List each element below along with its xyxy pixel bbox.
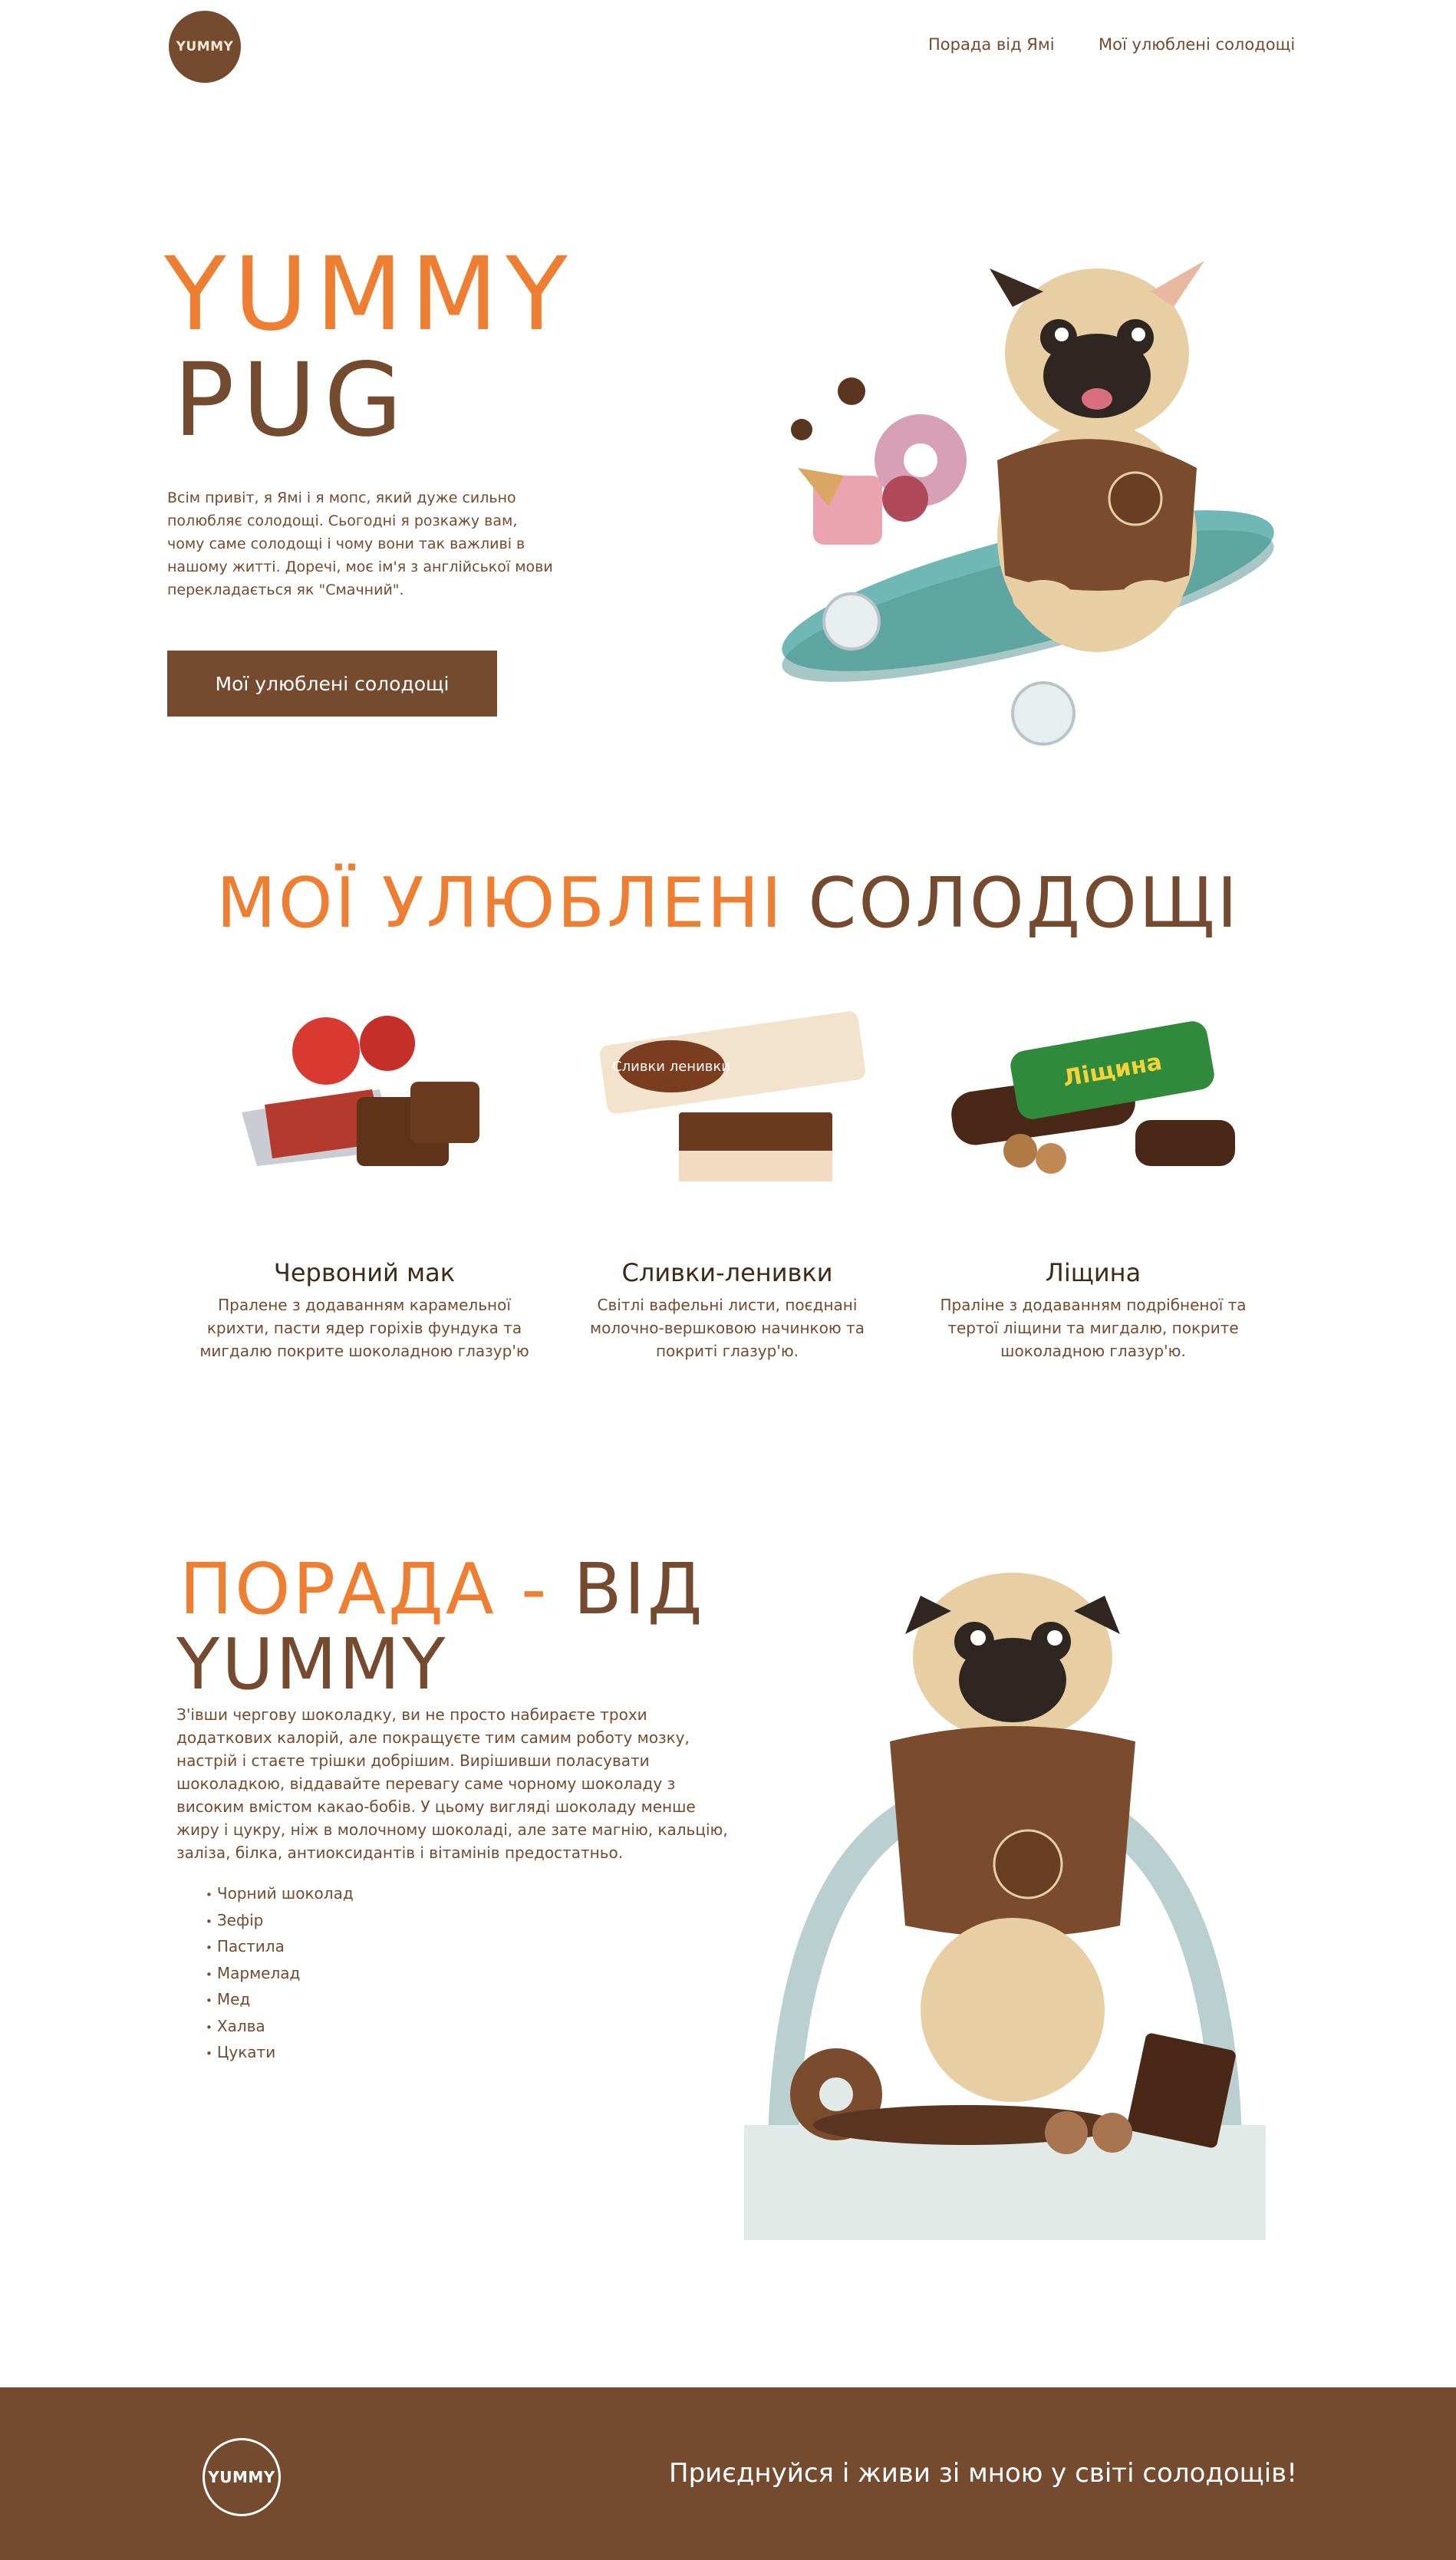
footer-logo[interactable]: YUMMY	[203, 2438, 281, 2516]
candy-description: Пралене з додаванням карамельної крихти,…	[199, 1296, 529, 1360]
lishchyna-candy-image: Ліщина	[951, 1021, 1235, 1174]
favorites-cta-button[interactable]: Мої улюблені солодощі	[167, 651, 497, 717]
chervonyi-mak-candy-image	[242, 1016, 479, 1166]
candy-name: Червоний мак	[273, 1258, 456, 1287]
list-item: Чорний шоколад	[206, 1881, 354, 1908]
candy-name: Сливки-ленивки	[621, 1258, 833, 1287]
tip-description: З'івши чергову шоколадку, ви не просто н…	[176, 1705, 728, 1862]
tip-title-brown-1: ВІД	[573, 1548, 705, 1630]
favorites-title-brown: СОЛОДОЩІ	[808, 863, 1240, 944]
favorites-section-title: МОЇ УЛЮБЛЕНІ СОЛОДОЩІ	[0, 865, 1456, 941]
list-item: Халва	[206, 2014, 354, 2041]
list-item: Цукати	[206, 2040, 354, 2067]
candy-card-1: Червоний мак Пралене з додаванням караме…	[196, 1258, 533, 1362]
tip-title-brown-2: YUMMY	[176, 1623, 448, 1705]
hero-description: Всім привіт, я Ямі і я мопс, який дуже с…	[167, 489, 553, 598]
list-item: Пастила	[206, 1934, 354, 1961]
footer-slogan: Приєднуйся і живи зі мною у світі солодо…	[669, 2458, 1297, 2489]
logo-text: YUMMY	[176, 39, 234, 54]
tip-section-title: ПОРАДА - ВІД	[180, 1552, 705, 1627]
pug-basket-illustration	[744, 1573, 1266, 2240]
candy-description: Світлі вафельні листи, поєднані молочно-…	[590, 1296, 865, 1360]
favorites-title-orange: МОЇ УЛЮБЛЕНІ	[216, 863, 784, 944]
hero-title-line1: YUMMY	[164, 236, 575, 354]
list-item: Мед	[206, 1987, 354, 2014]
tip-title-orange: ПОРАДА -	[180, 1548, 549, 1630]
candy-description: Праліне з додаванням подрібненої та терт…	[940, 1296, 1247, 1360]
pug-skateboard-illustration	[782, 261, 1274, 746]
candy-card-3: Ліщина Праліне з додаванням подрібненої …	[924, 1258, 1262, 1362]
candy-name: Ліщина	[1045, 1258, 1141, 1287]
slyvky-lenyvky-candy-image: Сливки ленивки	[599, 1011, 866, 1181]
candy-card-2: Сливки-ленивки Світлі вафельні листи, по…	[558, 1258, 896, 1362]
logo[interactable]: YUMMY	[169, 11, 241, 83]
nav-link-tip[interactable]: Порада від Ямі	[928, 35, 1055, 54]
nav-link-favorites[interactable]: Мої улюблені солодощі	[1099, 35, 1295, 54]
hero-title-line2: PUG	[173, 341, 410, 460]
sweets-list: Чорний шоколад Зефір Пастила Мармелад Ме…	[206, 1881, 354, 2067]
list-item: Зефір	[206, 1908, 354, 1935]
candy-wrapper-label: Сливки ленивки	[612, 1059, 730, 1075]
footer-logo-text: YUMMY	[208, 2468, 275, 2486]
list-item: Мармелад	[206, 1961, 354, 1988]
